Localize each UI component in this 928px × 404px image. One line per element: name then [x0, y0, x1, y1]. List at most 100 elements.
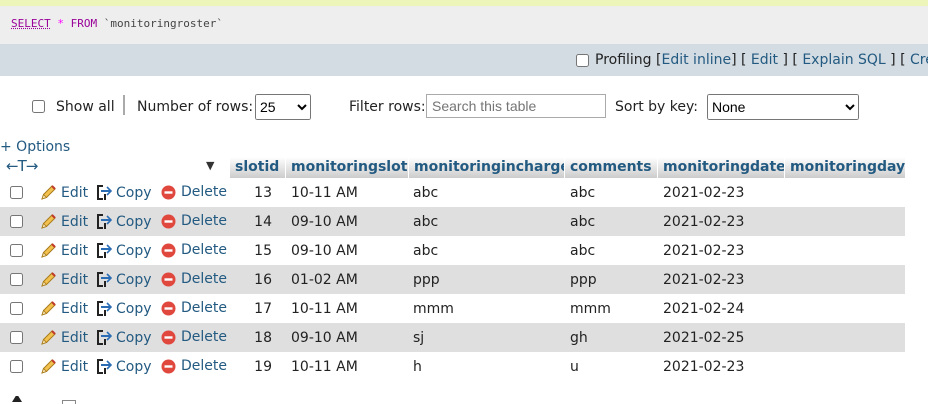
row-copy-link[interactable]: Copy	[96, 213, 152, 230]
row-copy-link[interactable]: Copy	[96, 300, 152, 317]
delete-icon	[161, 330, 176, 344]
row-copy-link[interactable]: Copy	[96, 242, 152, 259]
cell-slotid[interactable]: 18	[232, 330, 272, 346]
explain-sql-link[interactable]: Explain SQL	[802, 52, 885, 68]
row-delete-link[interactable]: Delete	[161, 329, 227, 345]
number-of-rows-select[interactable]: 25	[255, 94, 311, 120]
column-header-slotid[interactable]: slotid	[229, 157, 285, 178]
cell-monitoringincharge[interactable]: abc	[413, 214, 438, 230]
cell-comments[interactable]: mmm	[570, 301, 611, 317]
cell-slotid[interactable]: 14	[232, 214, 272, 230]
row-copy-link[interactable]: Copy	[96, 329, 152, 346]
row-copy-link[interactable]: Copy	[96, 184, 152, 201]
row-copy-label: Copy	[116, 242, 152, 259]
row-edit-link[interactable]: Edit	[40, 184, 88, 201]
row-checkbox[interactable]	[10, 215, 23, 228]
cell-slotid[interactable]: 16	[232, 272, 272, 288]
nav-separator	[123, 95, 125, 115]
cell-monitoringdate[interactable]: 2021-02-25	[663, 330, 744, 346]
sort-by-key-select[interactable]: None	[707, 94, 859, 120]
row-edit-label: Edit	[61, 358, 89, 375]
cell-comments[interactable]: u	[570, 359, 579, 375]
copy-icon	[97, 359, 112, 374]
edit-inline-link[interactable]: Edit inline	[662, 52, 732, 68]
row-delete-link[interactable]: Delete	[161, 300, 227, 316]
row-delete-label: Delete	[181, 329, 227, 345]
create-php-code-link[interactable]: Create	[910, 52, 928, 68]
delete-icon	[161, 185, 176, 199]
row-checkbox[interactable]	[10, 360, 23, 373]
row-checkbox[interactable]	[10, 302, 23, 315]
column-header-monitoringslot[interactable]: monitoringslot	[285, 157, 408, 178]
cell-slotid[interactable]: 17	[232, 301, 272, 317]
cell-monitoringincharge[interactable]: ppp	[413, 272, 440, 288]
cell-monitoringdate[interactable]: 2021-02-23	[663, 272, 744, 288]
cell-monitoringdate[interactable]: 2021-02-23	[663, 185, 744, 201]
row-copy-label: Copy	[116, 300, 152, 317]
row-delete-link[interactable]: Delete	[161, 271, 227, 287]
cell-monitoringincharge[interactable]: h	[413, 359, 422, 375]
row-delete-link[interactable]: Delete	[161, 358, 227, 374]
cell-monitoringincharge[interactable]: mmm	[413, 301, 454, 317]
row-copy-link[interactable]: Copy	[96, 271, 152, 288]
delete-icon	[161, 272, 176, 286]
cell-monitoringslot[interactable]: 09-10 AM	[291, 330, 358, 346]
edit-link[interactable]: Edit	[751, 52, 778, 68]
cell-monitoringslot[interactable]: 09-10 AM	[291, 243, 358, 259]
row-delete-link[interactable]: Delete	[161, 213, 227, 229]
cell-monitoringdate[interactable]: 2021-02-23	[663, 243, 744, 259]
cell-comments[interactable]: abc	[570, 185, 595, 201]
filter-rows-input[interactable]	[426, 94, 606, 118]
row-edit-link[interactable]: Edit	[40, 300, 88, 317]
show-all-checkbox[interactable]	[32, 100, 45, 113]
row-edit-link[interactable]: Edit	[40, 271, 88, 288]
row-edit-link[interactable]: Edit	[40, 213, 88, 230]
column-header-monitoringday[interactable]: monitoringday	[784, 157, 905, 178]
column-resize-arrows-icon[interactable]: ←T→	[6, 157, 38, 175]
cell-slotid[interactable]: 19	[232, 359, 272, 375]
row-checkbox[interactable]	[10, 331, 23, 344]
row-checkbox[interactable]	[10, 244, 23, 257]
check-all-checkbox[interactable]	[62, 400, 76, 404]
cell-monitoringdate[interactable]: 2021-02-23	[663, 359, 744, 375]
delete-icon	[161, 214, 176, 228]
cell-monitoringdate[interactable]: 2021-02-23	[663, 214, 744, 230]
table-row: Edit Copy Delete 13 10-11 AM abc abc 2021-02-23	[0, 178, 905, 207]
copy-icon	[97, 243, 112, 258]
cell-monitoringslot[interactable]: 10-11 AM	[291, 185, 358, 201]
cell-monitoringslot[interactable]: 10-11 AM	[291, 359, 358, 375]
row-edit-label: Edit	[61, 213, 89, 230]
row-edit-link[interactable]: Edit	[40, 329, 88, 346]
row-delete-link[interactable]: Delete	[161, 242, 227, 258]
sql-table-name: `monitoringroster`	[103, 17, 223, 30]
row-delete-link[interactable]: Delete	[161, 184, 227, 200]
table-header: ←T→ ▼ slotid monitoringslot monitoringin…	[0, 157, 905, 178]
profiling-checkbox[interactable]	[576, 53, 589, 67]
options-link[interactable]: + Options	[0, 139, 70, 155]
cell-comments[interactable]: abc	[570, 243, 595, 259]
sort-by-key-label: Sort by key:	[615, 99, 698, 115]
cell-slotid[interactable]: 13	[232, 185, 272, 201]
cell-comments[interactable]: abc	[570, 214, 595, 230]
cell-monitoringslot[interactable]: 10-11 AM	[291, 301, 358, 317]
sql-keyword-from: FROM	[70, 17, 98, 30]
column-header-monitoringdate[interactable]: monitoringdate	[657, 157, 784, 178]
row-edit-link[interactable]: Edit	[40, 358, 88, 375]
row-checkbox[interactable]	[10, 186, 23, 199]
row-checkbox[interactable]	[10, 273, 23, 286]
cell-monitoringincharge[interactable]: abc	[413, 243, 438, 259]
cell-monitoringdate[interactable]: 2021-02-24	[663, 301, 744, 317]
cell-monitoringincharge[interactable]: sj	[413, 330, 424, 346]
column-header-comments[interactable]: comments	[564, 157, 657, 178]
cell-monitoringslot[interactable]: 01-02 AM	[291, 272, 358, 288]
row-edit-link[interactable]: Edit	[40, 242, 88, 259]
cell-slotid[interactable]: 15	[232, 243, 272, 259]
cell-monitoringslot[interactable]: 09-10 AM	[291, 214, 358, 230]
column-header-monitoringincharge[interactable]: monitoringincharge	[408, 157, 564, 178]
profiling-controls: Profiling [Edit inline] [ Edit ] [ Expla…	[576, 52, 928, 68]
cell-monitoringincharge[interactable]: abc	[413, 185, 438, 201]
sort-dropdown-icon[interactable]: ▼	[206, 159, 214, 172]
cell-comments[interactable]: gh	[570, 330, 588, 346]
row-copy-link[interactable]: Copy	[96, 358, 152, 375]
cell-comments[interactable]: ppp	[570, 272, 597, 288]
